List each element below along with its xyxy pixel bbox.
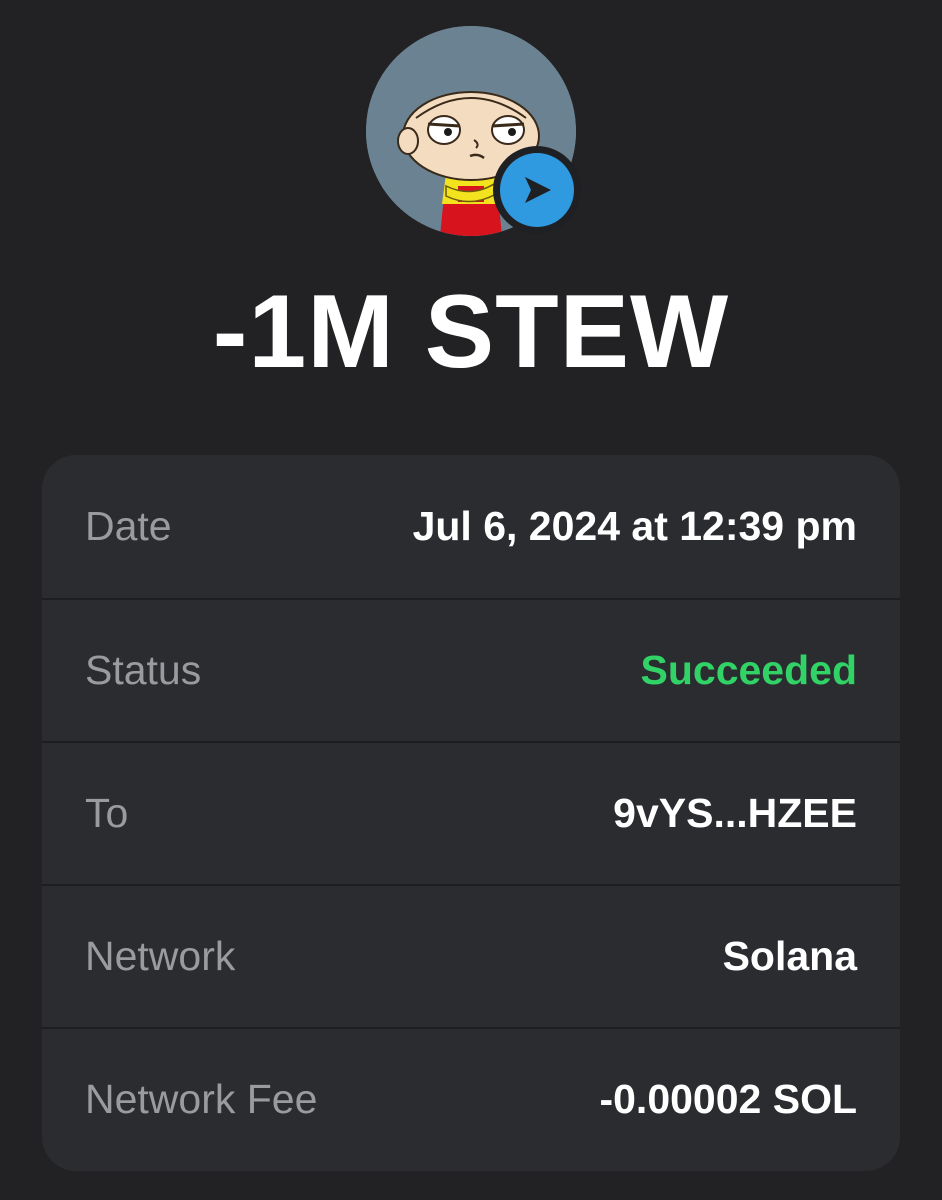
send-arrow-icon xyxy=(500,153,574,227)
detail-row-to[interactable]: To 9vYS...HZEE xyxy=(42,741,900,884)
detail-row-status: Status Succeeded xyxy=(42,598,900,741)
detail-row-date: Date Jul 6, 2024 at 12:39 pm xyxy=(42,455,900,598)
to-address-value[interactable]: 9vYS...HZEE xyxy=(613,790,857,837)
transaction-detail-screen: -1M STEW Date Jul 6, 2024 at 12:39 pm St… xyxy=(0,0,942,1200)
detail-row-network-fee: Network Fee -0.00002 SOL xyxy=(42,1027,900,1170)
network-fee-label: Network Fee xyxy=(85,1076,318,1122)
to-label: To xyxy=(85,790,129,836)
status-label: Status xyxy=(85,647,202,693)
network-fee-value: -0.00002 SOL xyxy=(599,1076,857,1122)
network-value: Solana xyxy=(722,933,857,979)
token-avatar xyxy=(366,26,581,236)
transaction-amount: -1M STEW xyxy=(212,274,730,390)
detail-row-network: Network Solana xyxy=(42,884,900,1027)
date-value: Jul 6, 2024 at 12:39 pm xyxy=(412,503,857,549)
network-label: Network xyxy=(85,933,236,979)
transaction-details-card: Date Jul 6, 2024 at 12:39 pm Status Succ… xyxy=(42,455,900,1171)
status-value: Succeeded xyxy=(640,647,858,693)
date-label: Date xyxy=(85,503,172,549)
send-badge xyxy=(493,146,581,234)
